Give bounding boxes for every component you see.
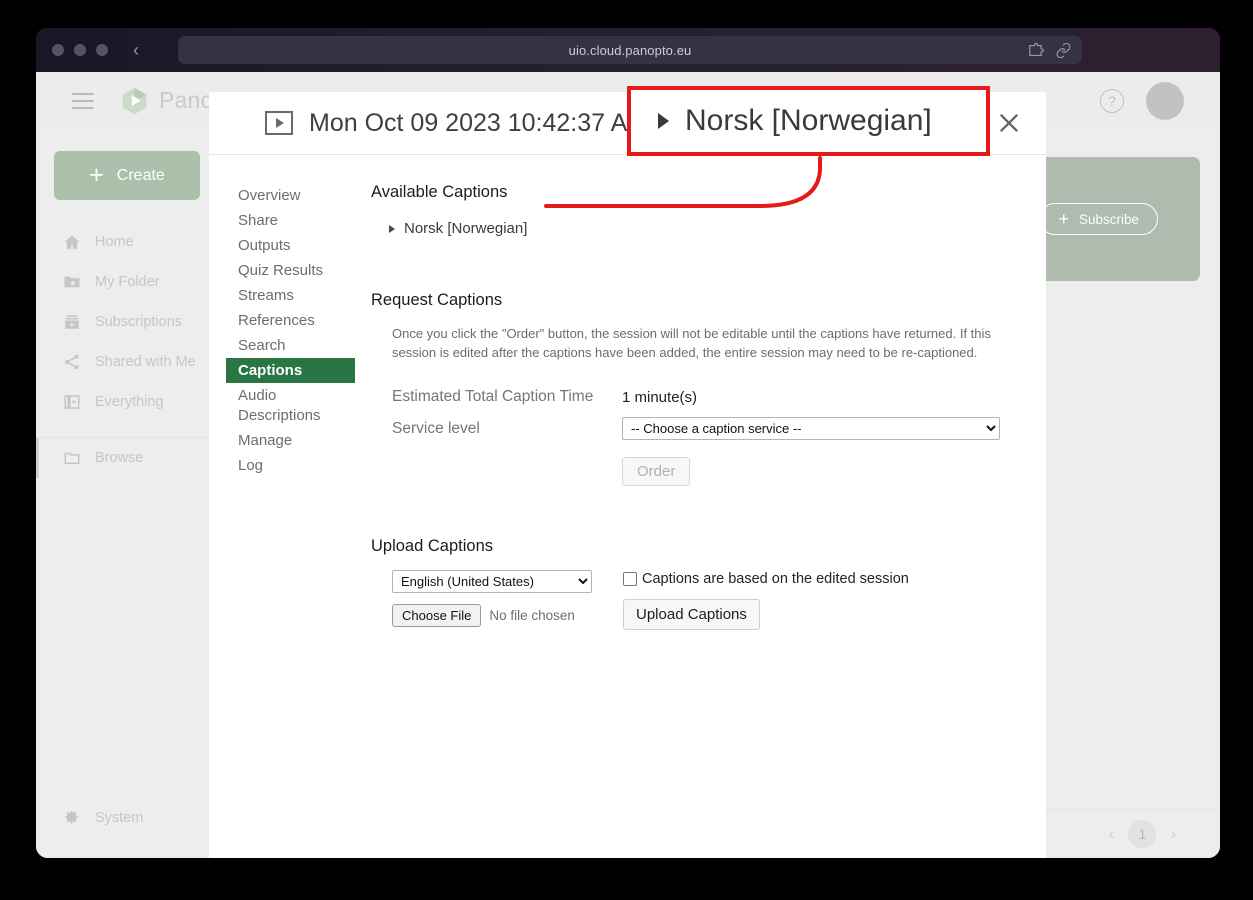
modal-nav-item-search[interactable]: Search: [226, 333, 356, 358]
annotation-zoom-callout-text: Norsk [Norwegian]: [685, 104, 932, 137]
order-button[interactable]: Order: [622, 457, 691, 486]
estimated-time-value: 1 minute(s): [622, 388, 698, 406]
create-button-label: Create: [116, 166, 165, 184]
gear-icon: [63, 809, 82, 828]
create-button[interactable]: + Create: [54, 151, 200, 200]
sidebar-item-system[interactable]: System: [36, 798, 218, 838]
request-captions-note: Once you click the "Order" button, the s…: [392, 326, 991, 360]
close-icon[interactable]: [994, 108, 1024, 138]
edited-session-checkbox-label: Captions are based on the edited session: [642, 571, 909, 587]
upload-right-column: Captions are based on the edited session…: [623, 570, 909, 630]
modal-nav-item-manage[interactable]: Manage: [226, 428, 356, 453]
address-bar-url: uio.cloud.panopto.eu: [568, 42, 692, 58]
share-icon: [63, 353, 82, 372]
everything-icon: [63, 393, 82, 412]
home-icon: [63, 233, 82, 252]
sidebar-item-label: Subscriptions: [95, 314, 183, 330]
address-bar-icons: [1027, 36, 1072, 64]
sidebar-item-label: My Folder: [95, 274, 160, 290]
caption-language-select[interactable]: English (United States): [392, 570, 592, 593]
panopto-logo-icon: [120, 86, 149, 115]
play-icon: [265, 111, 293, 135]
sidebar-item-label: Everything: [95, 394, 164, 410]
minimize-window-button[interactable]: [74, 44, 86, 56]
pagination-current-page[interactable]: 1: [1128, 820, 1157, 848]
pagination-prev-button[interactable]: ‹: [1101, 824, 1123, 844]
app-sidebar: + Create Home My Folder Subscriptions Sh…: [36, 129, 218, 858]
plus-icon: +: [1058, 209, 1069, 229]
sidebar-item-subscriptions[interactable]: Subscriptions: [36, 302, 218, 342]
sidebar-item-browse[interactable]: Browse: [36, 437, 218, 478]
modal-nav: Overview Share Outputs Quiz Results Stre…: [209, 183, 356, 630]
sidebar-item-label: System: [95, 810, 144, 826]
address-bar[interactable]: uio.cloud.panopto.eu: [178, 36, 1082, 64]
sidebar-item-shared-with-me[interactable]: Shared with Me: [36, 342, 218, 382]
upload-captions-form: English (United States) Choose File No f…: [392, 570, 1026, 630]
upload-captions-heading: Upload Captions: [371, 537, 493, 555]
triangle-right-icon[interactable]: [389, 224, 395, 233]
triangle-right-icon: [658, 113, 669, 129]
subscribe-button-label: Subscribe: [1078, 211, 1139, 227]
modal-nav-item-log[interactable]: Log: [226, 453, 356, 478]
extension-puzzle-icon[interactable]: [1027, 42, 1044, 59]
help-circle-icon[interactable]: ?: [1100, 88, 1124, 113]
session-settings-modal: Mon Oct 09 2023 10:42:37 AM Overview Sha…: [209, 92, 1046, 858]
upload-left-column: English (United States) Choose File No f…: [392, 570, 592, 630]
captions-panel: Available Captions Norsk [Norwegian] Req…: [356, 183, 1046, 630]
hamburger-menu-icon[interactable]: [72, 88, 94, 114]
sidebar-item-my-folder[interactable]: My Folder: [36, 262, 218, 302]
subscribe-button[interactable]: + Subscribe: [1039, 203, 1158, 235]
modal-nav-item-streams[interactable]: Streams: [226, 283, 356, 308]
sidebar-item-label: Browse: [95, 450, 144, 466]
caption-track-label: Norsk [Norwegian]: [404, 220, 528, 237]
sidebar-item-everything[interactable]: Everything: [36, 382, 218, 422]
user-avatar[interactable]: [1146, 81, 1184, 120]
choose-file-button[interactable]: Choose File: [392, 604, 482, 627]
modal-nav-item-captions[interactable]: Captions: [226, 358, 355, 383]
modal-nav-item-audio-descriptions[interactable]: Audio Descriptions: [226, 383, 356, 428]
available-captions-heading: Available Captions: [371, 183, 508, 201]
service-level-label: Service level: [392, 419, 480, 437]
window-traffic-lights[interactable]: [52, 44, 108, 56]
modal-nav-item-references[interactable]: References: [226, 308, 356, 333]
annotation-zoom-callout: Norsk [Norwegian]: [627, 86, 990, 156]
subscriptions-icon: [63, 313, 82, 332]
file-picker[interactable]: Choose File No file chosen: [392, 604, 592, 627]
screenshot-root: ‹ uio.cloud.panopto.eu Panop ? + Create …: [0, 0, 1253, 900]
sidebar-item-label: Shared with Me: [95, 354, 196, 370]
sidebar-item-label: Home: [95, 234, 134, 250]
close-window-button[interactable]: [52, 44, 64, 56]
file-name-label: No file chosen: [489, 608, 575, 623]
page-content: Panop ? + Create Home My Folder Subscrip…: [36, 72, 1220, 858]
edited-session-checkbox-row[interactable]: Captions are based on the edited session: [623, 571, 909, 587]
app-sidebar-footer: System: [36, 798, 218, 838]
estimated-time-label: Estimated Total Caption Time: [392, 388, 594, 405]
back-button[interactable]: ‹: [126, 40, 146, 60]
app-sidebar-nav: Home My Folder Subscriptions Shared with…: [36, 222, 218, 478]
folder-icon: [63, 449, 82, 468]
service-level-select[interactable]: -- Choose a caption service --: [622, 417, 1000, 440]
caption-track-norsk[interactable]: Norsk [Norwegian]: [371, 216, 541, 241]
modal-body: Overview Share Outputs Quiz Results Stre…: [209, 155, 1046, 630]
modal-nav-item-quiz-results[interactable]: Quiz Results: [226, 258, 356, 283]
link-icon[interactable]: [1055, 42, 1072, 59]
modal-nav-item-outputs[interactable]: Outputs: [226, 233, 356, 258]
pagination-next-button[interactable]: ›: [1162, 824, 1184, 844]
modal-nav-item-overview[interactable]: Overview: [226, 183, 356, 208]
modal-title: Mon Oct 09 2023 10:42:37 AM: [309, 108, 649, 137]
modal-nav-item-share[interactable]: Share: [226, 208, 356, 233]
upload-captions-button[interactable]: Upload Captions: [623, 599, 760, 630]
app-header-actions: ?: [1100, 72, 1184, 129]
maximize-window-button[interactable]: [96, 44, 108, 56]
request-captions-form: Estimated Total Caption Time 1 minute(s)…: [392, 388, 1026, 486]
folder-star-icon: [63, 273, 82, 292]
browser-toolbar: ‹ uio.cloud.panopto.eu: [36, 28, 1220, 72]
sidebar-item-home[interactable]: Home: [36, 222, 218, 262]
service-level-row: Service level -- Choose a caption servic…: [392, 417, 1026, 440]
request-captions-heading: Request Captions: [371, 291, 503, 309]
plus-icon: +: [89, 161, 104, 189]
edited-session-checkbox[interactable]: [623, 572, 637, 586]
estimated-time-row: Estimated Total Caption Time 1 minute(s): [392, 388, 1026, 406]
